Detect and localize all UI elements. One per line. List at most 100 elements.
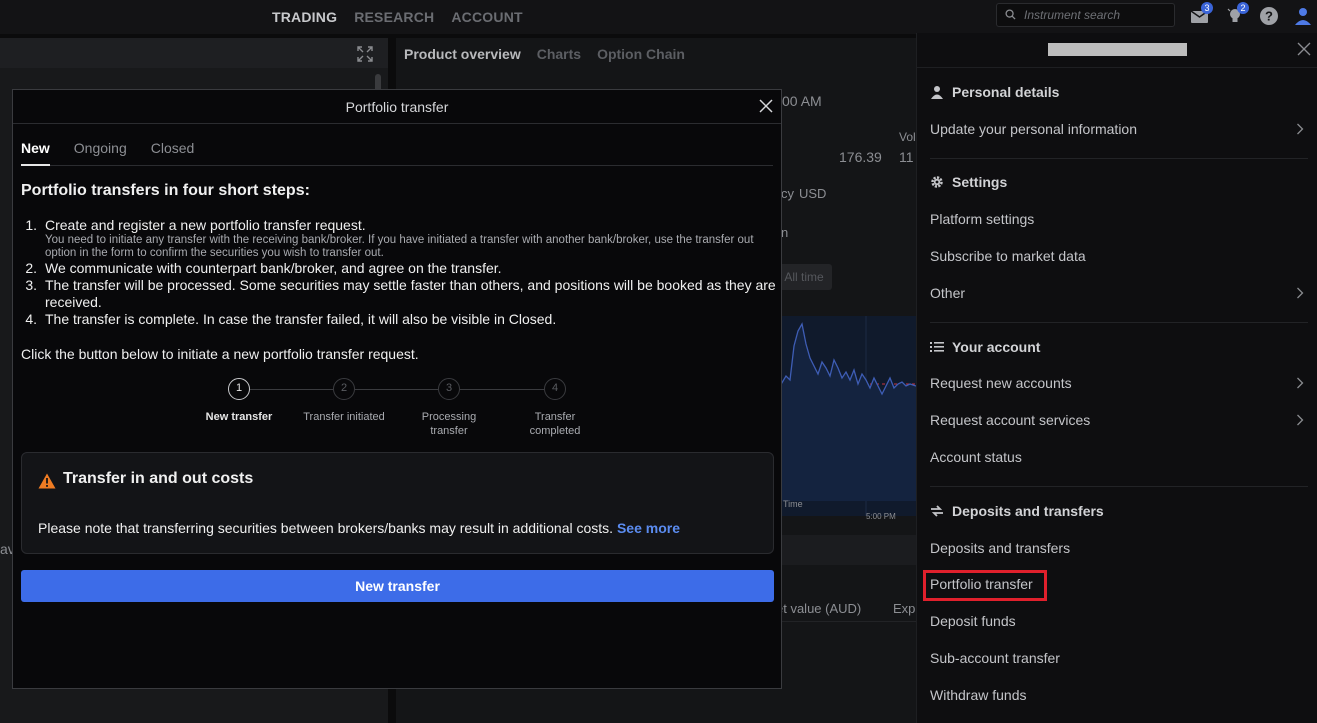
chevron-right-icon (1297, 123, 1304, 135)
section-personal-details: Personal details (930, 84, 1059, 100)
bg-vol-label: Vol (899, 130, 916, 144)
costs-text: Please note that transferring securities… (38, 520, 614, 536)
menu-sub-account-transfer[interactable]: Sub-account transfer (930, 646, 1308, 670)
step-text: We communicate with counterpart bank/bro… (45, 260, 502, 276)
progress-stepper: 1 2 3 4 New transfer Transfer initiated … (203, 378, 583, 438)
menu-account-status[interactable]: Account status (930, 445, 1308, 469)
bg-exp: Exp (893, 601, 916, 616)
warning-icon (38, 473, 56, 489)
steps-list: 1. Create and register a new portfolio t… (21, 217, 776, 328)
menu-request-account-services[interactable]: Request account services (930, 408, 1308, 432)
bg-table-header (776, 535, 916, 565)
stepper-connector (460, 389, 544, 390)
tab-ongoing[interactable]: Ongoing (74, 140, 127, 166)
instrument-search[interactable] (996, 3, 1175, 27)
bg-vol: 11 (899, 149, 914, 165)
costs-body: Please note that transferring securities… (38, 520, 680, 536)
menu-label: Deposits and transfers (930, 540, 1071, 556)
messages-button[interactable]: 3 (1190, 2, 1213, 26)
price-chart (779, 316, 917, 516)
user-menu-button[interactable] (1293, 6, 1313, 26)
tab-charts[interactable]: Charts (537, 46, 581, 62)
menu-label: Subscribe to market data (930, 248, 1086, 264)
bg-price: 176.39 (839, 149, 882, 165)
step-number: 4. (25, 311, 37, 327)
costs-title: Transfer in and out costs (63, 470, 254, 487)
section-title: Personal details (952, 84, 1060, 100)
price-chart-line (779, 316, 917, 516)
step-item: 4. The transfer is complete. In case the… (21, 311, 776, 328)
person-icon (931, 86, 943, 99)
chevron-right-icon (1297, 414, 1304, 426)
close-icon[interactable] (1297, 42, 1311, 56)
menu-deposit-funds[interactable]: Deposit funds (930, 609, 1308, 633)
nav-trading[interactable]: TRADING (272, 9, 337, 25)
notifications-button[interactable]: 2 (1226, 2, 1249, 26)
menu-label: Request account services (930, 412, 1091, 428)
bg-chart-x-label: Time (783, 499, 803, 509)
tab-option-chain[interactable]: Option Chain (597, 46, 685, 62)
bg-currency: USD (799, 186, 827, 201)
stepper-label: Transfer initiated (303, 411, 385, 423)
see-more-link[interactable]: See more (617, 520, 680, 536)
section-your-account: Your account (930, 339, 1040, 355)
new-transfer-button[interactable]: New transfer (21, 570, 774, 602)
bg-chart-time: 5:00 PM (866, 512, 896, 521)
gear-icon (931, 176, 943, 188)
menu-label: Other (930, 285, 966, 301)
product-tabs: Product overview Charts Option Chain (404, 46, 685, 62)
stepper-label: Processing transfer (421, 411, 477, 437)
menu-label: Deposit funds (930, 613, 1016, 629)
step-number: 3. (25, 277, 37, 293)
tab-new[interactable]: New (21, 140, 50, 166)
step-item: 2. We communicate with counterpart bank/… (21, 260, 776, 277)
help-button[interactable]: ? (1259, 6, 1279, 26)
panel-divider (917, 67, 1317, 68)
period-all-time[interactable]: All time (776, 264, 832, 290)
bg-partial-n: n (781, 225, 789, 240)
main-nav: TRADING RESEARCH ACCOUNT (272, 9, 523, 25)
user-icon (1295, 8, 1311, 25)
list-icon (930, 342, 944, 352)
menu-label: Update your personal information (930, 121, 1138, 137)
bg-row-divider (776, 621, 916, 622)
chevron-right-icon (1297, 377, 1304, 389)
nav-account[interactable]: ACCOUNT (451, 9, 522, 25)
search-input[interactable] (1024, 7, 1169, 23)
dialog-header: Portfolio transfer (13, 90, 781, 124)
menu-request-new-accounts[interactable]: Request new accounts (930, 371, 1308, 395)
tab-product-overview[interactable]: Product overview (404, 46, 521, 62)
menu-divider (930, 486, 1308, 487)
notify-badge: 2 (1237, 2, 1249, 14)
stepper-label: Transfer completed (529, 411, 581, 437)
menu-platform-settings[interactable]: Platform settings (930, 207, 1308, 231)
step-number: 2. (25, 260, 37, 276)
menu-divider (930, 158, 1308, 159)
close-icon[interactable] (758, 98, 774, 114)
mail-badge: 3 (1201, 2, 1213, 14)
bg-currency-label: cy (781, 186, 794, 201)
menu-withdraw-funds[interactable]: Withdraw funds (930, 683, 1308, 707)
menu-label: Request new accounts (930, 375, 1072, 391)
expand-icon[interactable] (357, 46, 373, 62)
menu-deposits-and-transfers[interactable]: Deposits and transfers (930, 536, 1308, 560)
stepper-step-4: 4 (544, 378, 566, 400)
menu-label: Withdraw funds (930, 687, 1027, 703)
account-menu-panel: Personal details Update your personal in… (916, 33, 1317, 723)
tab-closed[interactable]: Closed (151, 140, 195, 166)
dialog-title: Portfolio transfer (345, 99, 449, 115)
section-title: Deposits and transfers (952, 503, 1104, 519)
nav-research[interactable]: RESEARCH (354, 9, 434, 25)
step-subtext: You need to initiate any transfer with t… (45, 234, 754, 259)
bg-market-value: et value (AUD) (776, 601, 862, 616)
intro-text: Click the button below to initiate a new… (21, 346, 419, 362)
svg-text:?: ? (1265, 9, 1273, 24)
menu-divider (930, 322, 1308, 323)
menu-subscribe-market-data[interactable]: Subscribe to market data (930, 244, 1308, 268)
menu-update-personal-info[interactable]: Update your personal information (930, 117, 1308, 141)
menu-other[interactable]: Other (930, 281, 1308, 305)
left-panel-header (0, 38, 388, 68)
section-title: Settings (952, 174, 1008, 190)
search-icon (1005, 9, 1016, 20)
step-text: Create and register a new portfolio tran… (45, 217, 366, 233)
